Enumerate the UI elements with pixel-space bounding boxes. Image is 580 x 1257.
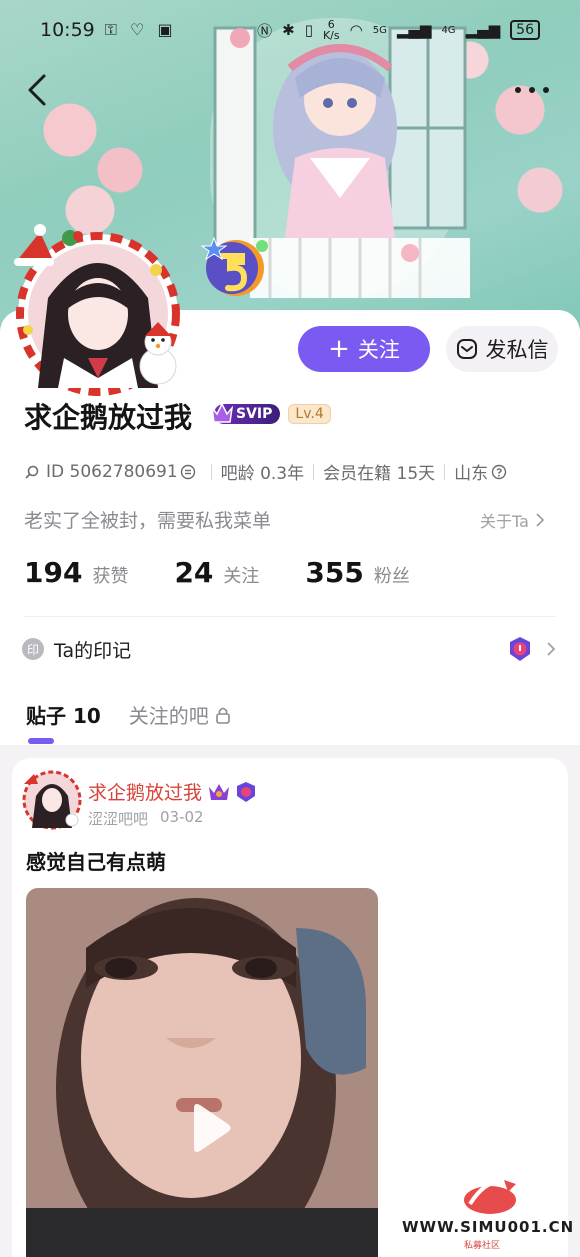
avatar[interactable] bbox=[8, 218, 188, 398]
stat-label: 关注 bbox=[223, 566, 260, 587]
tab-indicator bbox=[28, 738, 54, 744]
status-bar: 10:59 ⚿ ♡ ▣ Ⓝ ✱ ▯ 6 K/s ◠ 5G ▂▄▆ 4G ▂▄▆ … bbox=[0, 0, 580, 60]
post-date: 03-02 bbox=[160, 808, 204, 826]
svip-label: SVIP bbox=[236, 406, 273, 422]
follow-button[interactable]: + 关注 bbox=[298, 326, 430, 372]
post-author: 求企鹅放过我 bbox=[88, 778, 256, 805]
post-forum[interactable]: 涩涩吧吧 bbox=[88, 808, 148, 829]
signal-icon: ▂▄▆ bbox=[396, 21, 432, 39]
signal-icon: ▂▄▆ bbox=[465, 21, 501, 39]
divider bbox=[210, 463, 212, 480]
about-link[interactable]: 关于Ta bbox=[480, 508, 545, 532]
help-icon[interactable] bbox=[491, 464, 507, 480]
bluetooth-icon: ✱ bbox=[282, 21, 295, 39]
message-button[interactable]: 发私信 bbox=[446, 326, 558, 372]
stat-following[interactable]: 24 关注 bbox=[174, 556, 259, 589]
post-title: 感觉自己有点萌 bbox=[26, 850, 166, 874]
watermark-subtitle: 私募社区 bbox=[464, 1241, 501, 1251]
tab-posts[interactable]: 贴子 10 bbox=[26, 700, 101, 729]
seal-icon: 印 bbox=[22, 638, 44, 660]
post-author-name[interactable]: 求企鹅放过我 bbox=[88, 778, 202, 805]
vip-badges: SVIP Lv.4 bbox=[210, 402, 331, 424]
watermark: WWW.SIMU001.CN 私募社区 bbox=[402, 1174, 578, 1254]
plus-icon: + bbox=[328, 334, 350, 364]
crown-icon bbox=[209, 783, 230, 800]
ta-mark-row[interactable]: 印 Ta的印记 bbox=[22, 634, 556, 664]
tab-label: 贴子 10 bbox=[26, 704, 101, 728]
play-icon[interactable] bbox=[176, 1098, 236, 1158]
tab-label: 关注的吧 bbox=[128, 704, 209, 728]
signal-label-a: 5G bbox=[372, 24, 387, 36]
profile-stats: 194 获赞 24 关注 355 粉丝 bbox=[24, 556, 456, 589]
lock-icon bbox=[215, 707, 230, 724]
post-author-avatar[interactable] bbox=[22, 770, 82, 830]
divider bbox=[313, 463, 315, 480]
membership-days: 会员在籍 15天 bbox=[323, 464, 436, 484]
watermark-logo-icon bbox=[464, 1179, 516, 1214]
chevron-right-icon bbox=[547, 642, 556, 656]
stat-value: 194 bbox=[24, 556, 83, 589]
stat-value: 355 bbox=[305, 556, 364, 589]
crown-icon bbox=[210, 402, 234, 423]
level-badge[interactable]: Lv.4 bbox=[288, 404, 331, 424]
more-icon[interactable] bbox=[512, 80, 552, 100]
mark-right bbox=[508, 636, 556, 662]
profile-meta: ID 5062780691 吧龄 0.3年 会员在籍 15天 山东 bbox=[24, 459, 513, 484]
divider bbox=[444, 463, 446, 480]
mail-icon bbox=[456, 339, 477, 359]
signal-label-b: 4G bbox=[441, 24, 456, 36]
about-label: 关于Ta bbox=[480, 512, 529, 531]
medal-icon bbox=[237, 781, 256, 802]
status-right: Ⓝ ✱ ▯ 6 K/s ◠ 5G ▂▄▆ 4G ▂▄▆ 56 bbox=[257, 19, 540, 41]
stat-likes[interactable]: 194 获赞 bbox=[24, 556, 128, 589]
svip-badge[interactable]: SVIP bbox=[210, 402, 281, 424]
medal-icon bbox=[510, 637, 530, 661]
back-icon[interactable] bbox=[24, 72, 54, 108]
follow-label: 关注 bbox=[357, 338, 400, 362]
stat-label: 获赞 bbox=[92, 566, 129, 587]
stat-value: 24 bbox=[174, 556, 214, 589]
user-id[interactable]: ID 5062780691 bbox=[46, 462, 178, 482]
status-time: 10:59 bbox=[40, 19, 95, 41]
battery-indicator: 56 bbox=[510, 20, 540, 40]
watermark-url: WWW.SIMU001.CN bbox=[402, 1218, 575, 1236]
wifi-icon: ◠ bbox=[349, 21, 363, 39]
tab-followed-bars[interactable]: 关注的吧 bbox=[129, 700, 231, 729]
vibrate-icon: ▯ bbox=[304, 21, 313, 39]
message-label: 发私信 bbox=[485, 338, 549, 362]
search-icon bbox=[25, 465, 39, 479]
post-subtitle: 涩涩吧吧 03-02 bbox=[88, 808, 204, 829]
net-speed-unit: K/s bbox=[322, 29, 340, 42]
profile-bio: 老实了全被封，需要私我菜单 bbox=[24, 510, 272, 532]
nfc-icon: Ⓝ bbox=[257, 21, 273, 40]
profile-name: 求企鹅放过我 bbox=[24, 401, 193, 434]
post-video-thumbnail[interactable] bbox=[26, 888, 378, 1257]
location: 山东 bbox=[454, 464, 489, 484]
profile-tabs: 贴子 10 关注的吧 bbox=[26, 700, 259, 729]
stat-label: 粉丝 bbox=[373, 566, 410, 587]
bar-age: 吧龄 0.3年 bbox=[220, 464, 305, 484]
stat-followers[interactable]: 355 粉丝 bbox=[305, 556, 409, 589]
status-left-icons: ⚿ ♡ ▣ bbox=[104, 20, 177, 39]
copy-icon[interactable] bbox=[180, 464, 196, 480]
chevron-right-icon bbox=[536, 513, 545, 527]
level-medal-icon[interactable] bbox=[200, 232, 272, 298]
divider bbox=[24, 616, 556, 617]
mark-label: Ta的印记 bbox=[54, 639, 132, 662]
